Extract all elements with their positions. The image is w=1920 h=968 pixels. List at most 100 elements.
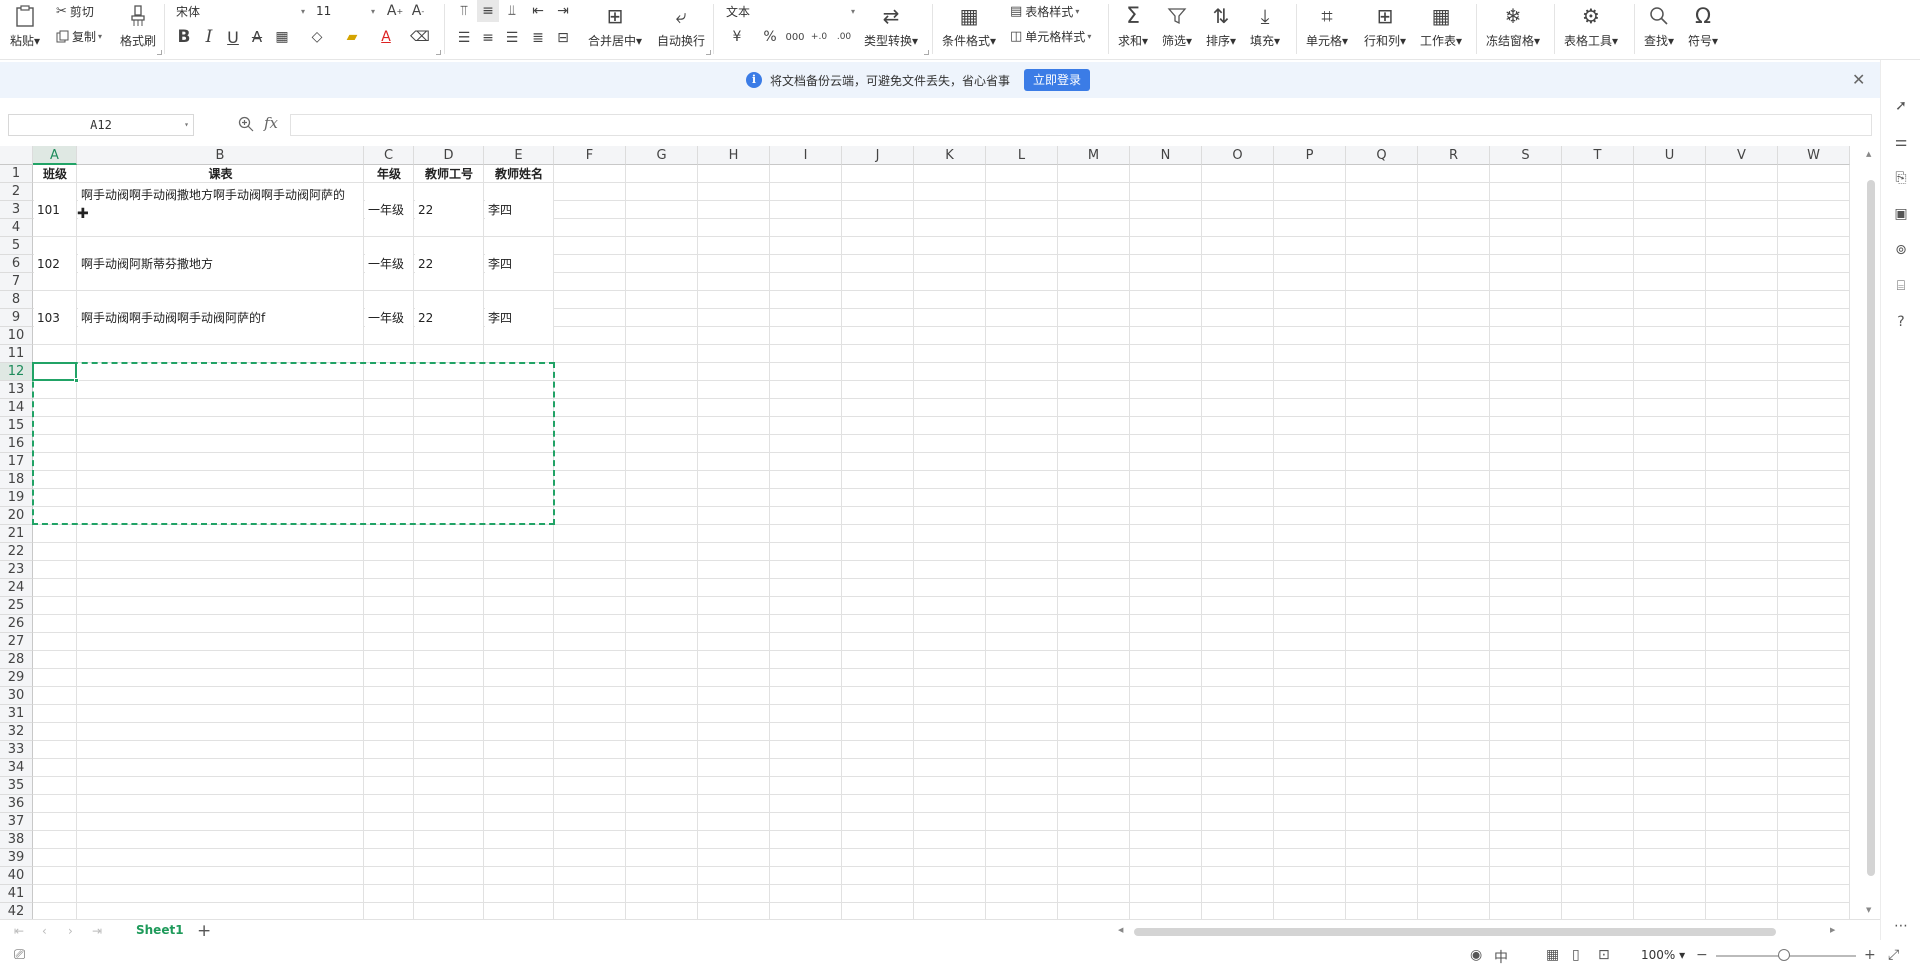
row-header-19[interactable]: 19 xyxy=(0,489,33,507)
vertical-scrollbar[interactable]: ▲ ▼ xyxy=(1862,146,1880,919)
active-cell-selection[interactable] xyxy=(32,362,79,383)
align-right-icon[interactable]: ☰ xyxy=(501,27,523,49)
align-middle-icon[interactable]: ≡ xyxy=(477,0,499,22)
horizontal-scroll-thumb[interactable] xyxy=(1134,928,1776,936)
increase-indent-icon[interactable]: ⇥ xyxy=(552,0,574,22)
help-icon[interactable]: ? xyxy=(1891,312,1911,332)
distributed-icon[interactable]: ⊟ xyxy=(552,27,574,49)
zoom-formula-icon[interactable] xyxy=(238,116,254,136)
name-box[interactable]: A12 ▾ xyxy=(8,114,194,136)
symbol-button[interactable]: Ω 符号▾ xyxy=(1688,2,1718,49)
row-header-40[interactable]: 40 xyxy=(0,867,33,885)
worksheet-button[interactable]: ▦ 工作表▾ xyxy=(1420,2,1462,49)
decrease-decimal-icon[interactable]: .00 xyxy=(833,26,855,48)
row-header-27[interactable]: 27 xyxy=(0,633,33,651)
row-header-16[interactable]: 16 xyxy=(0,435,33,453)
row-header-24[interactable]: 24 xyxy=(0,579,33,597)
table-style-button[interactable]: ▤ 表格样式 ▾ xyxy=(1010,3,1079,20)
decrease-indent-icon[interactable]: ⇤ xyxy=(527,0,549,22)
row-header-30[interactable]: 30 xyxy=(0,687,33,705)
row-header-17[interactable]: 17 xyxy=(0,453,33,471)
location-icon[interactable]: ⊚ xyxy=(1891,240,1911,260)
data-cell[interactable]: 102 xyxy=(34,237,76,290)
row-header-2[interactable]: 2 xyxy=(0,183,33,201)
row-header-20[interactable]: 20 xyxy=(0,507,33,525)
sheet-tab[interactable]: Sheet1 xyxy=(136,923,184,937)
zoom-in-icon[interactable]: + xyxy=(1864,947,1876,963)
header-cell-b[interactable]: 课表 xyxy=(78,165,363,182)
data-cell[interactable]: 22 xyxy=(415,183,483,236)
underline-icon[interactable]: U xyxy=(222,26,244,48)
row-header-9[interactable]: 9 xyxy=(0,309,33,327)
row-header-29[interactable]: 29 xyxy=(0,669,33,687)
type-convert-button[interactable]: ⇄ 类型转换▾ xyxy=(864,2,918,49)
column-header-o[interactable]: O xyxy=(1202,146,1274,165)
macro-record-icon[interactable]: ⎚ xyxy=(14,947,25,963)
data-cell[interactable]: 一年级 xyxy=(365,291,413,344)
data-cell[interactable]: 李四 xyxy=(485,237,553,290)
table-tools-button[interactable]: ⚙ 表格工具▾ xyxy=(1564,2,1618,49)
fill-button[interactable]: ⤓ 填充▾ xyxy=(1250,2,1280,49)
format-painter-button[interactable]: 格式刷 xyxy=(120,2,156,49)
row-header-6[interactable]: 6 xyxy=(0,255,33,273)
data-cell[interactable]: 一年级 xyxy=(365,183,413,236)
zoom-level[interactable]: 100% ▾ xyxy=(1641,948,1685,962)
row-header-15[interactable]: 15 xyxy=(0,417,33,435)
row-header-18[interactable]: 18 xyxy=(0,471,33,489)
next-sheet-icon[interactable]: › xyxy=(68,924,73,938)
column-header-m[interactable]: M xyxy=(1058,146,1130,165)
book-icon[interactable]: ⌸ xyxy=(1891,276,1911,296)
normal-view-icon[interactable]: ▦ xyxy=(1546,947,1559,963)
currency-icon[interactable]: ¥ xyxy=(726,26,748,48)
last-sheet-icon[interactable]: ⇥ xyxy=(92,924,102,938)
row-header-38[interactable]: 38 xyxy=(0,831,33,849)
column-header-j[interactable]: J xyxy=(842,146,914,165)
wrap-text-button[interactable]: ⤶ 自动换行 xyxy=(657,2,705,49)
chevron-down-icon[interactable]: ▾ xyxy=(184,115,189,135)
prev-sheet-icon[interactable]: ‹ xyxy=(42,924,47,938)
data-cell[interactable]: 22 xyxy=(415,237,483,290)
pointer-icon[interactable]: ➚ xyxy=(1891,96,1911,116)
column-header-n[interactable]: N xyxy=(1130,146,1202,165)
row-col-button[interactable]: ⊞ 行和列▾ xyxy=(1364,2,1406,49)
image-edit-icon[interactable]: ▣ xyxy=(1891,204,1911,224)
eye-protection-icon[interactable]: ◉ xyxy=(1470,947,1482,963)
fullscreen-icon[interactable]: ⤢ xyxy=(1888,947,1899,963)
cell-style-button[interactable]: ◫ 单元格样式 ▾ xyxy=(1010,28,1091,45)
font-color-icon[interactable]: A xyxy=(375,26,397,48)
row-header-21[interactable]: 21 xyxy=(0,525,33,543)
increase-decimal-icon[interactable]: +.0 xyxy=(808,26,830,48)
percent-icon[interactable]: % xyxy=(759,26,781,48)
reading-view-icon[interactable]: ⊡ xyxy=(1598,947,1610,963)
fill-handle[interactable] xyxy=(74,378,79,383)
horizontal-scrollbar[interactable]: ◀ ▶ xyxy=(1104,926,1840,938)
column-header-i[interactable]: I xyxy=(770,146,842,165)
column-header-f[interactable]: F xyxy=(554,146,626,165)
paste-button[interactable]: 粘贴▾ xyxy=(10,2,40,49)
row-header-4[interactable]: 4 xyxy=(0,219,33,237)
column-header-b[interactable]: B xyxy=(77,146,364,165)
column-header-g[interactable]: G xyxy=(626,146,698,165)
row-header-10[interactable]: 10 xyxy=(0,327,33,345)
column-header-q[interactable]: Q xyxy=(1346,146,1418,165)
row-header-11[interactable]: 11 xyxy=(0,345,33,363)
data-cell[interactable]: 22 xyxy=(415,291,483,344)
row-header-35[interactable]: 35 xyxy=(0,777,33,795)
data-cell[interactable]: 啊手动阀啊手动阀撒地方啊手动阀啊手动阀阿萨的 xyxy=(78,183,363,236)
merge-center-button[interactable]: ⊞ 合并居中▾ xyxy=(588,2,642,49)
column-header-p[interactable]: P xyxy=(1274,146,1346,165)
formula-input[interactable] xyxy=(290,114,1872,136)
row-header-33[interactable]: 33 xyxy=(0,741,33,759)
italic-icon[interactable]: I xyxy=(198,26,220,48)
data-cell[interactable]: 101 xyxy=(34,183,76,236)
row-header-34[interactable]: 34 xyxy=(0,759,33,777)
thousands-icon[interactable]: 000 xyxy=(784,26,806,48)
data-cell[interactable]: 103 xyxy=(34,291,76,344)
data-cell[interactable]: 一年级 xyxy=(365,237,413,290)
column-header-e[interactable]: E xyxy=(484,146,554,165)
strikethrough-icon[interactable]: A xyxy=(246,26,268,48)
column-header-d[interactable]: D xyxy=(414,146,484,165)
scroll-up-icon[interactable]: ▲ xyxy=(1866,150,1871,158)
row-header-39[interactable]: 39 xyxy=(0,849,33,867)
adjust-icon[interactable]: ⚌ xyxy=(1891,132,1911,152)
